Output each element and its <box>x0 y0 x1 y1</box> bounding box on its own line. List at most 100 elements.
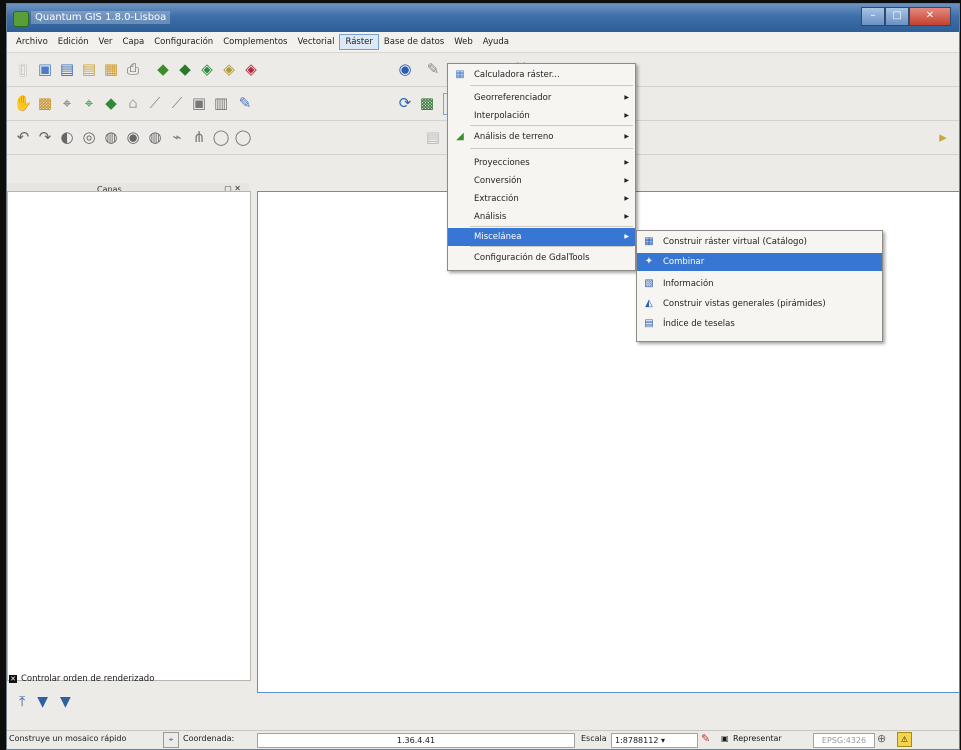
raster-calculator-icon: ▦ <box>455 69 465 80</box>
misc-menu-item[interactable]: ◭ Construir vistas generales (pirámides) <box>637 295 882 313</box>
print-icon[interactable]: ⎙ <box>123 59 143 79</box>
open-project-icon[interactable]: ▣ <box>35 59 55 79</box>
messages-warning-icon[interactable]: ⚠ <box>897 732 912 747</box>
raster-menu-item[interactable]: Interpolación ▶ <box>448 107 635 125</box>
misc-menu-item[interactable]: ▤ Índice de teselas <box>637 315 882 333</box>
minimize-button[interactable]: – <box>861 7 885 26</box>
submenu-arrow-icon: ▶ <box>624 112 629 119</box>
redo-icon[interactable]: ↷ <box>35 127 55 147</box>
coordinate-field[interactable]: 1.36.4.41 <box>257 733 575 748</box>
checkbox-checked-icon[interactable]: ✕ <box>9 675 17 683</box>
raster-menu-item[interactable]: ▦ Calculadora ráster... <box>448 66 635 84</box>
layer-group-icon[interactable]: ▼ <box>37 694 48 710</box>
window-controls: – □ ✕ <box>861 7 951 26</box>
merge-icon: ✦ <box>644 256 654 267</box>
simplify-feature-icon[interactable]: ◐ <box>57 127 77 147</box>
attribute-table-icon[interactable]: ▤ <box>423 127 443 147</box>
menu-ráster[interactable]: Ráster <box>339 34 379 50</box>
new-project-icon[interactable]: ▯ <box>13 59 33 79</box>
save-project-icon[interactable]: ▤ <box>57 59 77 79</box>
submenu-arrow-icon: ▶ <box>624 133 629 140</box>
menu-archivo[interactable]: Archivo <box>11 35 53 49</box>
raster-menu-item[interactable]: ◢ Análisis de terreno ▶ <box>448 128 635 146</box>
layer-move-down-icon[interactable]: ▼ <box>60 694 71 710</box>
misc-submenu: ▦ Construir ráster virtual (Catálogo) ✦ Com… <box>636 230 883 342</box>
measure-line-icon[interactable]: ⟋ <box>145 93 165 113</box>
misc-menu-item[interactable]: ▧ Información <box>637 275 882 293</box>
menu-capa[interactable]: Capa <box>117 35 149 49</box>
layer-order-buttons: ⤒ ▼ ▼ <box>19 694 71 710</box>
render-order-label: Controlar orden de renderizado <box>21 674 155 684</box>
delete-part-icon[interactable]: ◍ <box>145 127 165 147</box>
add-raster-layer-icon[interactable]: ◆ <box>175 59 195 79</box>
overflow-icon[interactable]: ▸ <box>933 127 953 147</box>
raster-menu-item[interactable]: Miscelánea ▶ <box>448 228 635 246</box>
add-wms-layer-icon[interactable]: ◈ <box>241 59 261 79</box>
edit-pencil-icon[interactable]: ✎ <box>423 59 443 79</box>
delete-ring-icon[interactable]: ◉ <box>123 127 143 147</box>
zoom-layer-icon[interactable]: ▩ <box>35 93 55 113</box>
menu-web[interactable]: Web <box>449 35 478 49</box>
misc-menu-item[interactable]: ✦ Combinar <box>637 253 882 271</box>
zoom-last-icon[interactable]: ⌖ <box>57 93 77 113</box>
crs-status-icon[interactable]: ⊕ <box>877 732 886 745</box>
window-title: Quantum GIS 1.8.0-Lisboa <box>31 11 171 24</box>
add-part-icon[interactable]: ◍ <box>101 127 121 147</box>
layer-move-up-icon[interactable]: ⤒ <box>19 694 25 710</box>
map-icon[interactable]: ▩ <box>417 93 437 113</box>
menu-item-label: Construir vistas generales (pirámides) <box>663 299 826 309</box>
misc-menu-item[interactable]: ▦ Construir ráster virtual (Catálogo) <box>637 233 882 251</box>
add-ring-icon[interactable]: ◎ <box>79 127 99 147</box>
menu-ver[interactable]: Ver <box>94 35 118 49</box>
render-order-row[interactable]: ✕ Controlar orden de renderizado <box>9 674 154 684</box>
stop-render-icon[interactable]: ✎ <box>701 732 710 745</box>
python-console-icon[interactable]: ◉ <box>395 59 415 79</box>
maximize-button[interactable]: □ <box>885 7 909 26</box>
zoom-next-icon[interactable]: ⌖ <box>79 93 99 113</box>
coordinate-label: Coordenada: <box>183 734 235 743</box>
save-as-icon[interactable]: ▤ <box>79 59 99 79</box>
menu-edición[interactable]: Edición <box>53 35 94 49</box>
layers-panel[interactable] <box>7 191 251 681</box>
menu-ayuda[interactable]: Ayuda <box>478 35 514 49</box>
raster-menu-item[interactable]: Configuración de GdalTools <box>448 249 635 267</box>
raster-menu-item[interactable]: Georreferenciador ▶ <box>448 89 635 107</box>
raster-menu-item[interactable]: Conversión ▶ <box>448 172 635 190</box>
information-icon: ▧ <box>644 278 654 289</box>
add-spatialite-layer-icon[interactable]: ◈ <box>219 59 239 79</box>
raster-menu: ▦ Calculadora ráster... Georreferenciador ▶… <box>447 63 636 271</box>
build-overviews-icon: ◭ <box>645 298 653 309</box>
crs-button[interactable]: EPSG:4326 <box>813 733 875 748</box>
merge-features-icon[interactable]: ◯ <box>211 127 231 147</box>
measure-area-icon[interactable]: ⟋ <box>167 93 187 113</box>
identify-icon[interactable]: ◆ <box>101 93 121 113</box>
pan-icon[interactable]: ✋ <box>13 93 33 113</box>
new-print-composer-icon[interactable]: ▦ <box>101 59 121 79</box>
split-features-icon[interactable]: ⋔ <box>189 127 209 147</box>
raster-menu-item[interactable]: Extracción ▶ <box>448 190 635 208</box>
menu-base-de-datos[interactable]: Base de datos <box>379 35 449 49</box>
render-checkbox-icon[interactable]: ▣ <box>721 734 729 743</box>
add-postgis-layer-icon[interactable]: ◈ <box>197 59 217 79</box>
bookmark-icon[interactable]: ▥ <box>211 93 231 113</box>
toggle-extents-icon[interactable]: ⌖ <box>163 732 179 748</box>
select-icon[interactable]: ⌂ <box>123 93 143 113</box>
raster-menu-item[interactable]: Análisis ▶ <box>448 208 635 226</box>
close-button[interactable]: ✕ <box>909 7 951 26</box>
map-tips-icon[interactable]: ▣ <box>189 93 209 113</box>
raster-menu-item[interactable]: Proyecciones ▶ <box>448 154 635 172</box>
menu-item-label: Configuración de GdalTools <box>474 253 590 263</box>
add-vector-layer-icon[interactable]: ◆ <box>153 59 173 79</box>
undo-icon[interactable]: ↶ <box>13 127 33 147</box>
refresh-icon[interactable]: ⟳ <box>395 93 415 113</box>
menu-item-label: Análisis de terreno <box>474 132 554 142</box>
reshape-icon[interactable]: ⌁ <box>167 127 187 147</box>
menu-vectorial[interactable]: Vectorial <box>292 35 339 49</box>
menu-complementos[interactable]: Complementos <box>218 35 292 49</box>
title-bar: Quantum GIS 1.8.0-Lisboa – □ ✕ <box>7 4 959 32</box>
menu-configuración[interactable]: Configuración <box>149 35 218 49</box>
text-annotation-icon[interactable]: ✎ <box>235 93 255 113</box>
submenu-arrow-icon: ▶ <box>624 94 629 101</box>
merge-attributes-icon[interactable]: ◯ <box>233 127 253 147</box>
scale-field[interactable]: 1:8788112 ▾ <box>611 733 698 748</box>
